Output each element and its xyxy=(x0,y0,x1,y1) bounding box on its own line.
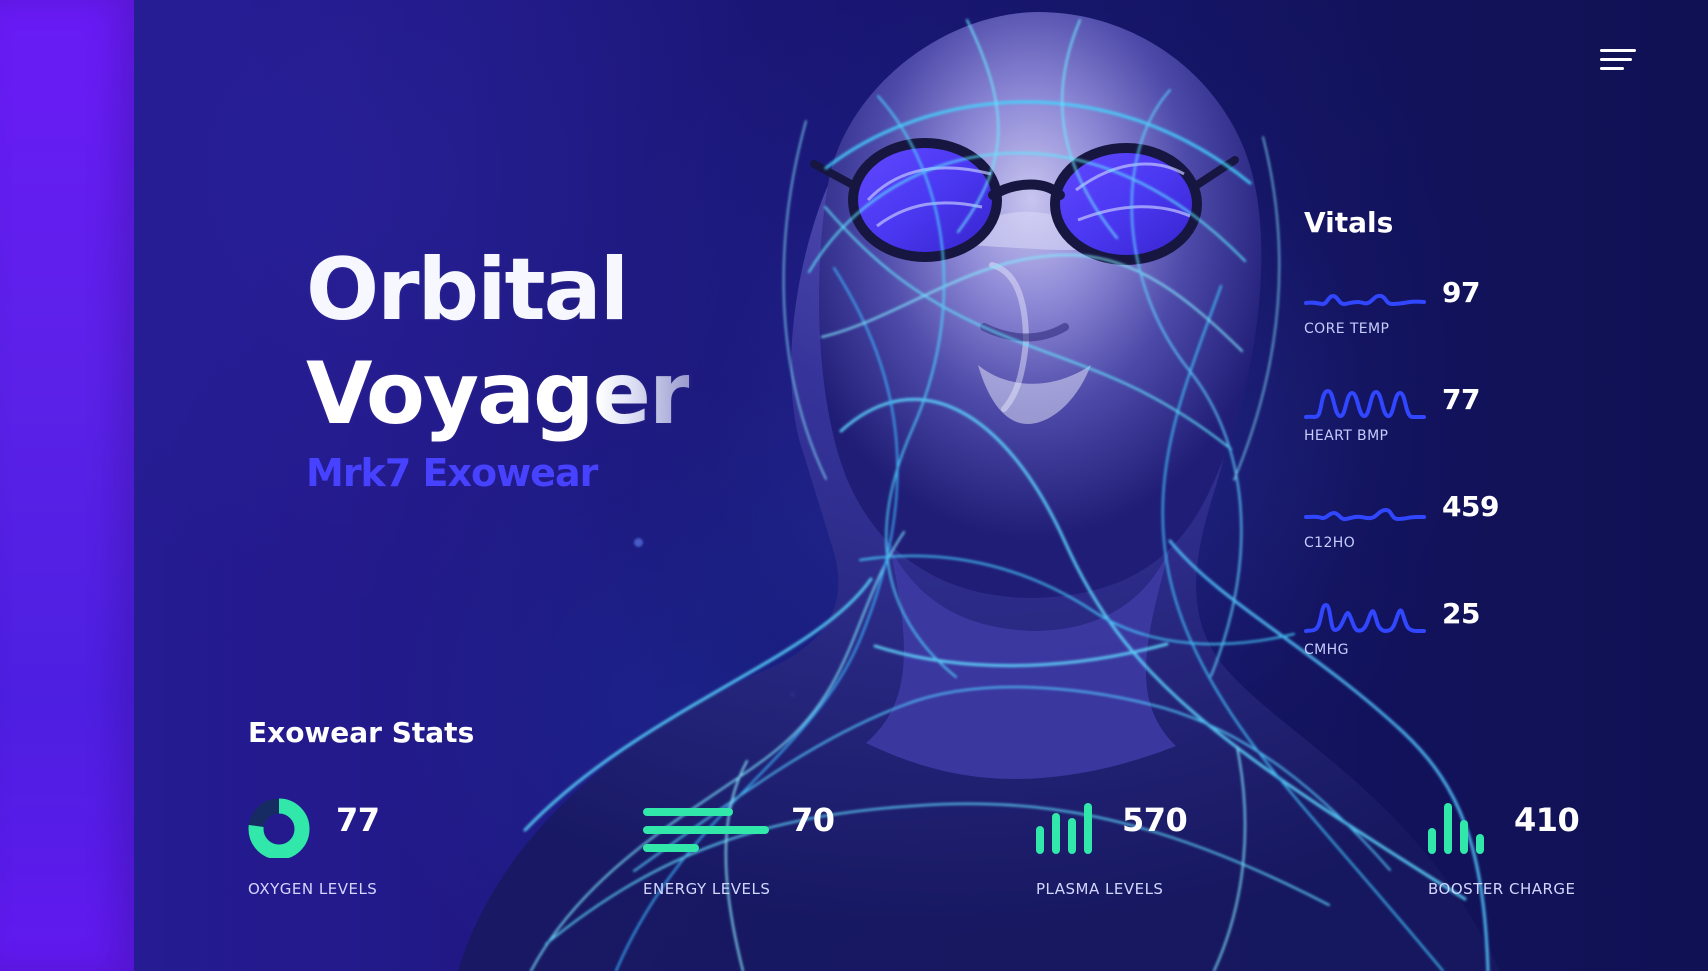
stat-label-plasma-levels: PLASMA LEVELS xyxy=(1036,880,1164,898)
vital-value-core-temp: 97 xyxy=(1442,276,1480,309)
vitals-title: Vitals xyxy=(1304,206,1394,239)
vital-label-core-temp: CORE TEMP xyxy=(1304,321,1390,337)
orbital-voyager-dashboard: Orbital Voyager Mrk7 Exowear Vitals 97 C… xyxy=(0,0,1708,971)
hero-title-block: Orbital Voyager Mrk7 Exowear xyxy=(306,238,691,496)
vital-label-cmhg: CMHG xyxy=(1304,642,1349,658)
pulse-wave-icon xyxy=(1304,603,1426,634)
product-subtitle: Mrk7 Exowear xyxy=(306,451,598,495)
vital-value-heart-bmp: 77 xyxy=(1442,383,1480,416)
vital-value-cmhg: 25 xyxy=(1442,597,1480,630)
stat-label-booster-charge: BOOSTER CHARGE xyxy=(1428,880,1576,898)
exowear-stats-title: Exowear Stats xyxy=(248,716,475,749)
exowear-stats-panel: Exowear Stats 77 OXYGEN LEVELS 70 ENERGY… xyxy=(248,716,1608,916)
vital-label-heart-bmp: HEART BMP xyxy=(1304,428,1389,444)
stat-plasma-levels: 570 PLASMA LEVELS xyxy=(1036,798,1246,908)
hamburger-menu-icon xyxy=(1600,49,1636,52)
stat-label-oxygen-levels: OXYGEN LEVELS xyxy=(248,880,378,898)
hamburger-menu-icon xyxy=(1600,58,1632,61)
vital-cmhg: 25 CMHG xyxy=(1304,597,1544,704)
stat-energy-levels: 70 ENERGY LEVELS xyxy=(643,798,853,908)
hamburger-menu-button[interactable] xyxy=(1598,46,1638,74)
vital-heart-bmp: 77 HEART BMP xyxy=(1304,383,1544,490)
stat-value-oxygen-levels: 77 xyxy=(336,801,380,839)
vitals-panel: Vitals 97 CORE TEMP 77 HEART BMP 459 C12… xyxy=(1304,206,1544,704)
vital-value-c12ho: 459 xyxy=(1442,490,1499,523)
title-line-voyager: Voyager xyxy=(306,344,691,444)
vital-label-c12ho: C12HO xyxy=(1304,535,1356,551)
wave-line-icon xyxy=(1304,508,1426,522)
vital-core-temp: 97 CORE TEMP xyxy=(1304,276,1544,383)
vital-c12ho: 459 C12HO xyxy=(1304,490,1544,597)
stat-value-plasma-levels: 570 xyxy=(1122,801,1188,839)
stat-value-booster-charge: 410 xyxy=(1514,801,1580,839)
stat-label-energy-levels: ENERGY LEVELS xyxy=(643,880,771,898)
stat-value-energy-levels: 70 xyxy=(791,801,835,839)
stat-booster-charge: 410 BOOSTER CHARGE xyxy=(1428,798,1608,908)
horizontal-bars-icon xyxy=(643,808,769,852)
title-line-orbital: Orbital xyxy=(306,240,629,340)
stat-oxygen-levels: 77 OXYGEN LEVELS xyxy=(248,798,433,908)
wave-line-icon xyxy=(1304,293,1426,307)
left-purple-edge xyxy=(0,0,134,971)
hamburger-menu-icon xyxy=(1600,67,1624,70)
heartbeat-wave-icon xyxy=(1304,389,1426,419)
page-title: Orbital Voyager xyxy=(306,238,691,446)
